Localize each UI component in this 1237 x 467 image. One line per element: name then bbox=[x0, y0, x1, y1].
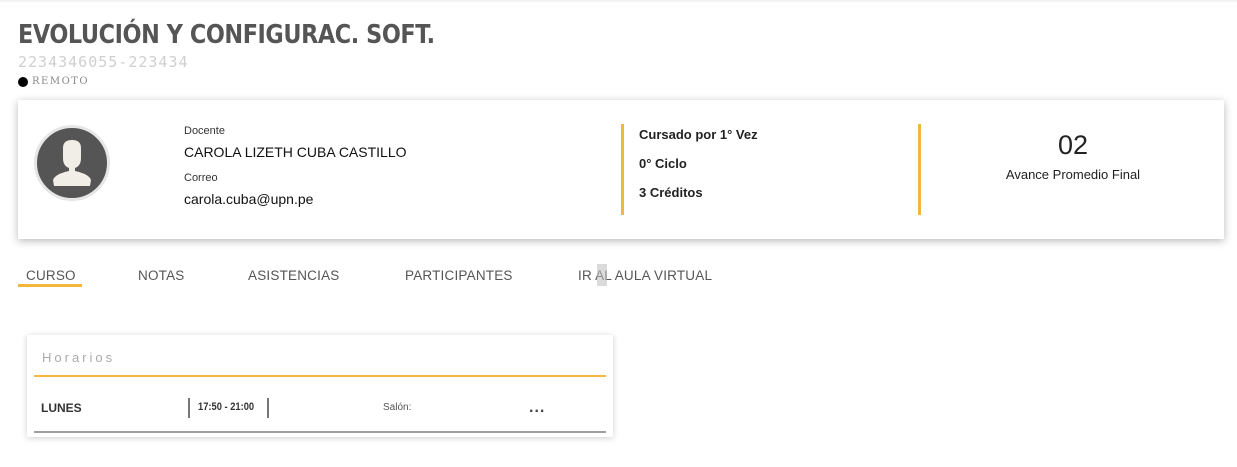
teacher-label: Docente bbox=[184, 125, 225, 137]
course-code: 2234346055-223434 bbox=[18, 53, 189, 71]
active-tab-indicator bbox=[18, 284, 82, 287]
schedule-day: LUNES bbox=[41, 401, 82, 415]
avatar bbox=[34, 125, 110, 201]
tab-notas[interactable]: NOTAS bbox=[138, 268, 185, 283]
teacher-email[interactable]: carola.cuba@upn.pe bbox=[184, 191, 407, 207]
schedule-card: Horarios LUNES 17:50 - 21:00 Salón: ... bbox=[27, 335, 613, 437]
average-block: 02 Avance Promedio Final bbox=[973, 130, 1173, 182]
schedule-time: 17:50 - 21:00 bbox=[198, 401, 255, 413]
schedule-divider bbox=[34, 375, 606, 377]
user-silhouette-icon bbox=[53, 140, 91, 186]
schedule-title: Horarios bbox=[42, 350, 116, 365]
course-info-card: Docente CAROLA LIZETH CUBA CASTILLO Corr… bbox=[18, 100, 1224, 239]
section-divider bbox=[918, 124, 921, 215]
schedule-time-box: 17:50 - 21:00 bbox=[188, 398, 269, 418]
average-label: Avance Promedio Final bbox=[1005, 167, 1141, 182]
teacher-info: Docente CAROLA LIZETH CUBA CASTILLO Corr… bbox=[184, 125, 407, 207]
more-options-icon[interactable]: ... bbox=[529, 399, 545, 417]
status-dot-icon bbox=[18, 76, 28, 87]
average-value: 02 bbox=[1057, 130, 1089, 160]
modality-indicator: REMOTO bbox=[18, 76, 89, 87]
attempt-text: Cursado por 1° Vez bbox=[639, 127, 758, 142]
section-divider bbox=[621, 124, 624, 215]
email-label: Correo bbox=[184, 172, 218, 184]
modality-label: REMOTO bbox=[32, 76, 90, 87]
course-meta: Cursado por 1° Vez 0° Ciclo 3 Créditos bbox=[639, 127, 758, 214]
tab-curso[interactable]: CURSO bbox=[26, 268, 76, 283]
top-border bbox=[0, 0, 1237, 3]
text-cursor bbox=[597, 264, 607, 286]
tab-participantes[interactable]: PARTICIPANTES bbox=[405, 268, 513, 283]
cycle-text: 0° Ciclo bbox=[639, 156, 687, 171]
schedule-row: LUNES 17:50 - 21:00 Salón: ... bbox=[34, 393, 606, 433]
course-title: EVOLUCIÓN Y CONFIGURAC. SOFT. bbox=[18, 20, 435, 50]
teacher-name: CAROLA LIZETH CUBA CASTILLO bbox=[184, 144, 407, 160]
tab-asistencias[interactable]: ASISTENCIAS bbox=[248, 268, 339, 283]
room-label: Salón: bbox=[383, 402, 412, 413]
credits-text: 3 Créditos bbox=[639, 185, 703, 200]
